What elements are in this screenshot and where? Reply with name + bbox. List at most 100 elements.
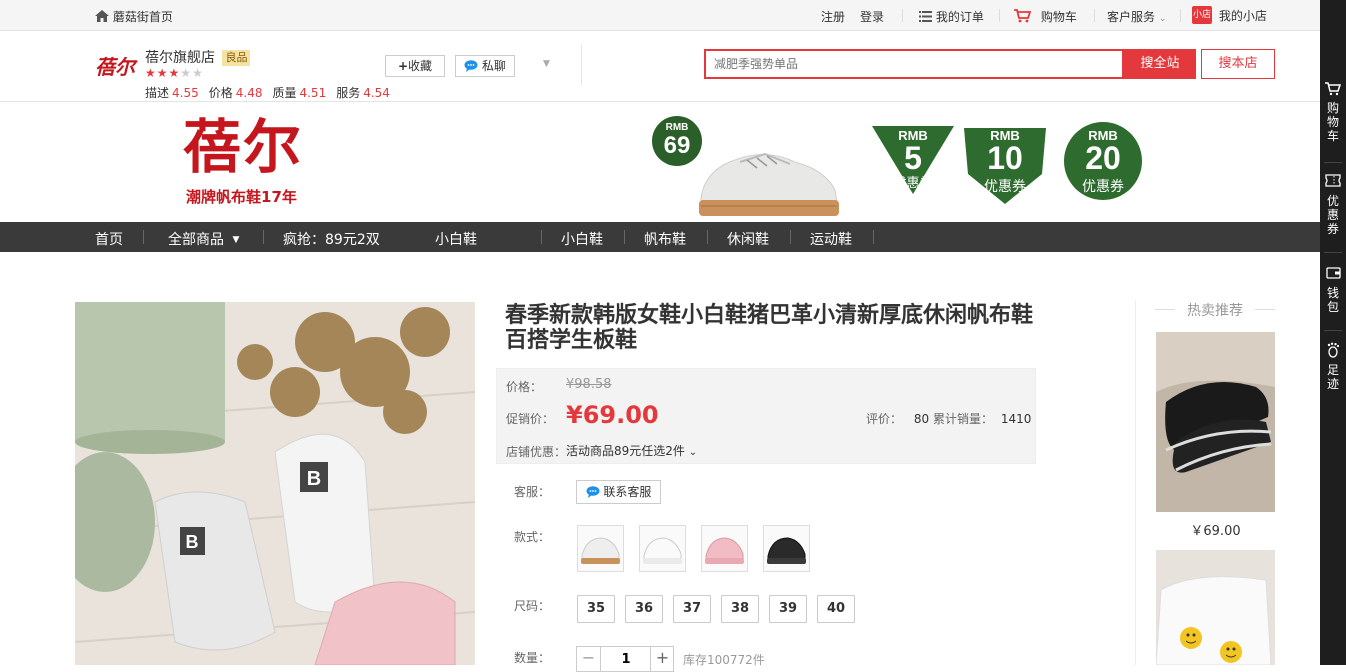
divider xyxy=(1094,9,1095,22)
shop-dropdown-icon[interactable]: ▼ xyxy=(543,59,550,69)
my-orders-label: 我的订单 xyxy=(935,10,984,24)
nav-item-all-products-label: 全部商品 xyxy=(168,232,224,248)
rating-count: 80 xyxy=(913,412,930,426)
divider xyxy=(999,9,1000,22)
nav-item-white-shoes-2[interactable]: 小白鞋 xyxy=(561,229,603,249)
style-option-white-leather[interactable] xyxy=(639,525,686,572)
nav-item-all-products[interactable]: 全部商品 ▼ xyxy=(168,229,239,249)
product-main-image[interactable]: B B xyxy=(75,302,475,665)
coupon-10-label: 优惠券 xyxy=(984,178,1026,194)
star-empty-icon: ★ xyxy=(192,66,203,80)
service-label: 客服： xyxy=(514,485,551,499)
shop-score-label: 描述 xyxy=(145,86,170,100)
cart-label: 购物车 xyxy=(1040,10,1077,24)
my-orders-link[interactable]: 我的订单 xyxy=(919,8,984,25)
quantity-input[interactable] xyxy=(602,647,650,671)
coupon-5-label: 优惠券 xyxy=(893,175,933,188)
shoe-thumbnail xyxy=(643,537,682,564)
quantity-stepper: − + xyxy=(576,646,674,672)
brand-tagline: 潮牌帆布鞋17年 xyxy=(186,188,297,206)
hot-item-image[interactable] xyxy=(1156,332,1275,512)
shop-score-item: 服务 4.54 xyxy=(336,86,390,100)
shop-name[interactable]: 蓓尔旗舰店 良品 xyxy=(145,47,251,67)
sales-count: 1410 xyxy=(1000,412,1032,426)
sidebar-cart[interactable]: 购物车 xyxy=(1320,82,1346,143)
size-option-36[interactable]: 36 xyxy=(625,595,663,623)
nav-item-flash-sale[interactable]: 疯抢：89元2双 xyxy=(283,229,380,249)
brand-logo[interactable]: 蓓尔 xyxy=(183,116,303,178)
style-option-black[interactable] xyxy=(763,525,810,572)
shop-promo-value: 活动商品89元任选2件 xyxy=(566,444,685,458)
coupon-20-label: 优惠券 xyxy=(1082,178,1124,194)
shop-banner: 蓓尔 潮牌帆布鞋17年 RMB 69 RMB 5 优惠券 RMB 10 优惠券 … xyxy=(0,102,1320,222)
nav-item-home[interactable]: 首页 xyxy=(95,229,123,249)
divider xyxy=(790,230,791,244)
star-filled-icon: ★ xyxy=(168,66,180,80)
chat-bubble-icon xyxy=(586,486,600,498)
size-option-40[interactable]: 40 xyxy=(817,595,855,623)
cart-icon xyxy=(1014,9,1032,23)
shop-nav: 首页 全部商品 ▼ 疯抢：89元2双 小白鞋 小白鞋 帆布鞋 休闲鞋 运动鞋 xyxy=(0,222,1320,252)
search-shop-button[interactable]: 搜本店 xyxy=(1201,49,1275,79)
svg-text:B: B xyxy=(186,532,199,552)
hot-item-price: ￥69.00 xyxy=(1190,524,1241,539)
shop-promo-dropdown[interactable]: 活动商品89元任选2件 ⌄ xyxy=(566,442,697,459)
sidebar-wallet[interactable]: 钱包 xyxy=(1320,266,1346,314)
divider xyxy=(1324,162,1342,163)
svg-text:B: B xyxy=(307,468,321,490)
nav-item-white-shoes[interactable]: 小白鞋 xyxy=(435,229,477,249)
shop-score-item: 描述 4.55 xyxy=(145,86,199,100)
shop-name-text: 蓓尔旗舰店 xyxy=(145,50,215,66)
search-all-button[interactable]: 搜全站 xyxy=(1124,49,1196,79)
star-filled-icon: ★ xyxy=(145,66,156,80)
size-option-37[interactable]: 37 xyxy=(673,595,711,623)
price-label: 价格： xyxy=(506,380,543,394)
my-shop-link[interactable]: 小店 我的小店 xyxy=(1192,6,1267,24)
customer-service-label: 客户服务 xyxy=(1107,10,1156,24)
style-option-pink[interactable] xyxy=(701,525,748,572)
size-option-38[interactable]: 38 xyxy=(721,595,759,623)
shoe-thumbnail xyxy=(705,537,744,564)
chat-bubble-icon xyxy=(464,60,478,72)
register-link[interactable]: 注册 xyxy=(821,8,845,25)
divider xyxy=(1135,300,1136,665)
shop-score-item: 质量 4.51 xyxy=(272,86,326,100)
hot-item-image[interactable] xyxy=(1156,550,1275,665)
shop-scores: 描述 4.55 价格 4.48 质量 4.51 服务 4.54 xyxy=(145,84,400,101)
login-link[interactable]: 登录 xyxy=(860,8,884,25)
shop-score-label: 服务 xyxy=(336,86,361,100)
hot-recommend-title: 热卖推荐 xyxy=(1175,300,1255,320)
home-link[interactable]: 蘑菇街首页 xyxy=(95,8,173,25)
chat-button[interactable]: 私聊 xyxy=(455,55,515,77)
divider xyxy=(581,45,582,85)
sneaker-image[interactable] xyxy=(695,140,845,220)
decrease-button[interactable]: − xyxy=(577,647,601,671)
search-input[interactable] xyxy=(706,51,1122,77)
chevron-down-icon: ⌄ xyxy=(688,447,698,458)
contact-service-button[interactable]: 联系客服 xyxy=(576,480,661,504)
increase-button[interactable]: + xyxy=(650,647,674,671)
nav-item-sport-shoes[interactable]: 运动鞋 xyxy=(810,229,852,249)
style-option-white[interactable] xyxy=(577,525,624,572)
shoe-thumbnail xyxy=(767,537,806,564)
size-option-35[interactable]: 35 xyxy=(577,595,615,623)
shop-promo-label: 店铺优惠： xyxy=(506,445,567,459)
divider xyxy=(263,230,264,244)
shop-score-value: 4.48 xyxy=(235,86,263,100)
divider xyxy=(541,230,542,244)
divider xyxy=(1324,252,1342,253)
customer-service-menu[interactable]: 客户服务 ⌄ xyxy=(1107,8,1166,25)
shop-logo[interactable]: 蓓尔 xyxy=(95,51,135,81)
sidebar-footprint[interactable]: 足迹 xyxy=(1320,342,1346,391)
size-option-39[interactable]: 39 xyxy=(769,595,807,623)
nav-item-casual-shoes[interactable]: 休闲鞋 xyxy=(727,229,769,249)
footprint-icon xyxy=(1327,342,1340,358)
shop-rating-stars: ★★★★★ xyxy=(145,66,204,80)
cart-link[interactable]: 购物车 xyxy=(1014,8,1077,25)
right-sidebar: 购物车 优惠券 钱包 足迹 xyxy=(1320,0,1346,665)
shop-score-value: 4.51 xyxy=(299,86,327,100)
sidebar-coupon[interactable]: 优惠券 xyxy=(1320,174,1346,236)
ticket-icon xyxy=(1325,174,1341,187)
favorite-button[interactable]: +收藏 xyxy=(385,55,445,77)
nav-item-canvas-shoes[interactable]: 帆布鞋 xyxy=(644,229,686,249)
